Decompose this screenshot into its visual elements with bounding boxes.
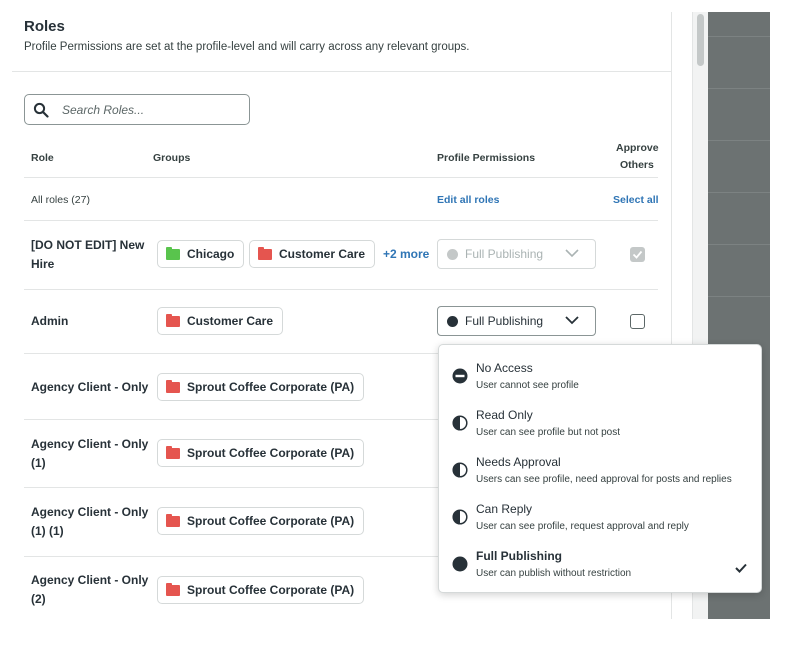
chevron-down-icon [565, 316, 579, 325]
role-name[interactable]: Admin [31, 312, 153, 331]
group-chip[interactable]: Customer Care [157, 307, 284, 335]
divider [12, 71, 672, 72]
column-header-approve: Approve [616, 142, 659, 154]
permission-option-can-reply[interactable]: Can Reply User can see profile, request … [439, 502, 761, 549]
group-chip[interactable]: Customer Care [249, 240, 376, 268]
no-access-icon [452, 368, 468, 384]
folder-icon [166, 513, 180, 527]
page-subtitle: Profile Permissions are set at the profi… [24, 41, 470, 53]
search-placeholder: Search Roles... [62, 103, 145, 117]
permission-option-read-only[interactable]: Read Only User can see profile but not p… [439, 408, 761, 455]
folder-icon [166, 379, 180, 393]
folder-icon [166, 246, 180, 260]
role-name[interactable]: [DO NOT EDIT] New Hire [31, 236, 153, 274]
divider [24, 177, 658, 178]
group-chip[interactable]: Sprout Coffee Corporate (PA) [157, 439, 365, 467]
folder-icon [258, 246, 272, 260]
permission-option-no-access[interactable]: No Access User cannot see profile [439, 361, 761, 408]
column-header-others: Others [620, 159, 654, 171]
role-name[interactable]: Agency Client - Only (1) (1) [31, 503, 153, 541]
permission-dropdown-menu: No Access User cannot see profile Read O… [438, 344, 762, 593]
all-roles-count: All roles (27) [31, 194, 90, 206]
role-name[interactable]: Agency Client - Only (2) [31, 571, 153, 609]
more-groups-link[interactable]: +2 more [383, 247, 429, 261]
permission-select[interactable]: Full Publishing [437, 306, 596, 336]
role-name[interactable]: Agency Client - Only (1) [31, 435, 153, 473]
full-circle-icon [447, 315, 458, 327]
half-circle-icon [452, 509, 468, 525]
approve-others-checkbox [630, 247, 645, 262]
scrollbar-thumb[interactable] [697, 14, 704, 66]
column-header-role: Role [31, 152, 54, 164]
group-chip[interactable]: Sprout Coffee Corporate (PA) [157, 576, 365, 604]
page-title: Roles [24, 18, 65, 35]
search-input[interactable]: Search Roles... [24, 94, 250, 125]
divider [24, 289, 658, 290]
folder-icon [166, 313, 180, 327]
divider [24, 556, 438, 557]
chevron-down-icon [565, 249, 579, 258]
full-circle-icon [447, 248, 458, 260]
approve-others-checkbox[interactable] [630, 314, 645, 329]
edit-all-roles-link[interactable]: Edit all roles [437, 194, 499, 206]
half-circle-icon [452, 462, 468, 478]
divider [24, 419, 438, 420]
folder-icon [166, 445, 180, 459]
group-chip[interactable]: Chicago [157, 240, 245, 268]
divider [24, 220, 658, 221]
permission-option-full-publishing[interactable]: Full Publishing User can publish without… [439, 549, 761, 596]
folder-icon [166, 582, 180, 596]
group-chip[interactable]: Sprout Coffee Corporate (PA) [157, 507, 365, 535]
divider [24, 487, 438, 488]
divider [24, 353, 438, 354]
permission-option-needs-approval[interactable]: Needs Approval Users can see profile, ne… [439, 455, 761, 502]
column-header-groups: Groups [153, 152, 191, 164]
search-icon [33, 102, 49, 118]
full-circle-icon [452, 556, 468, 572]
group-chip[interactable]: Sprout Coffee Corporate (PA) [157, 373, 365, 401]
role-name[interactable]: Agency Client - Only [31, 378, 153, 397]
half-circle-icon [452, 415, 468, 431]
permission-select: Full Publishing [437, 239, 596, 269]
select-all-link[interactable]: Select all [613, 194, 659, 206]
column-header-permissions: Profile Permissions [437, 152, 536, 164]
check-icon [632, 250, 643, 259]
checkmark-icon [735, 563, 747, 573]
